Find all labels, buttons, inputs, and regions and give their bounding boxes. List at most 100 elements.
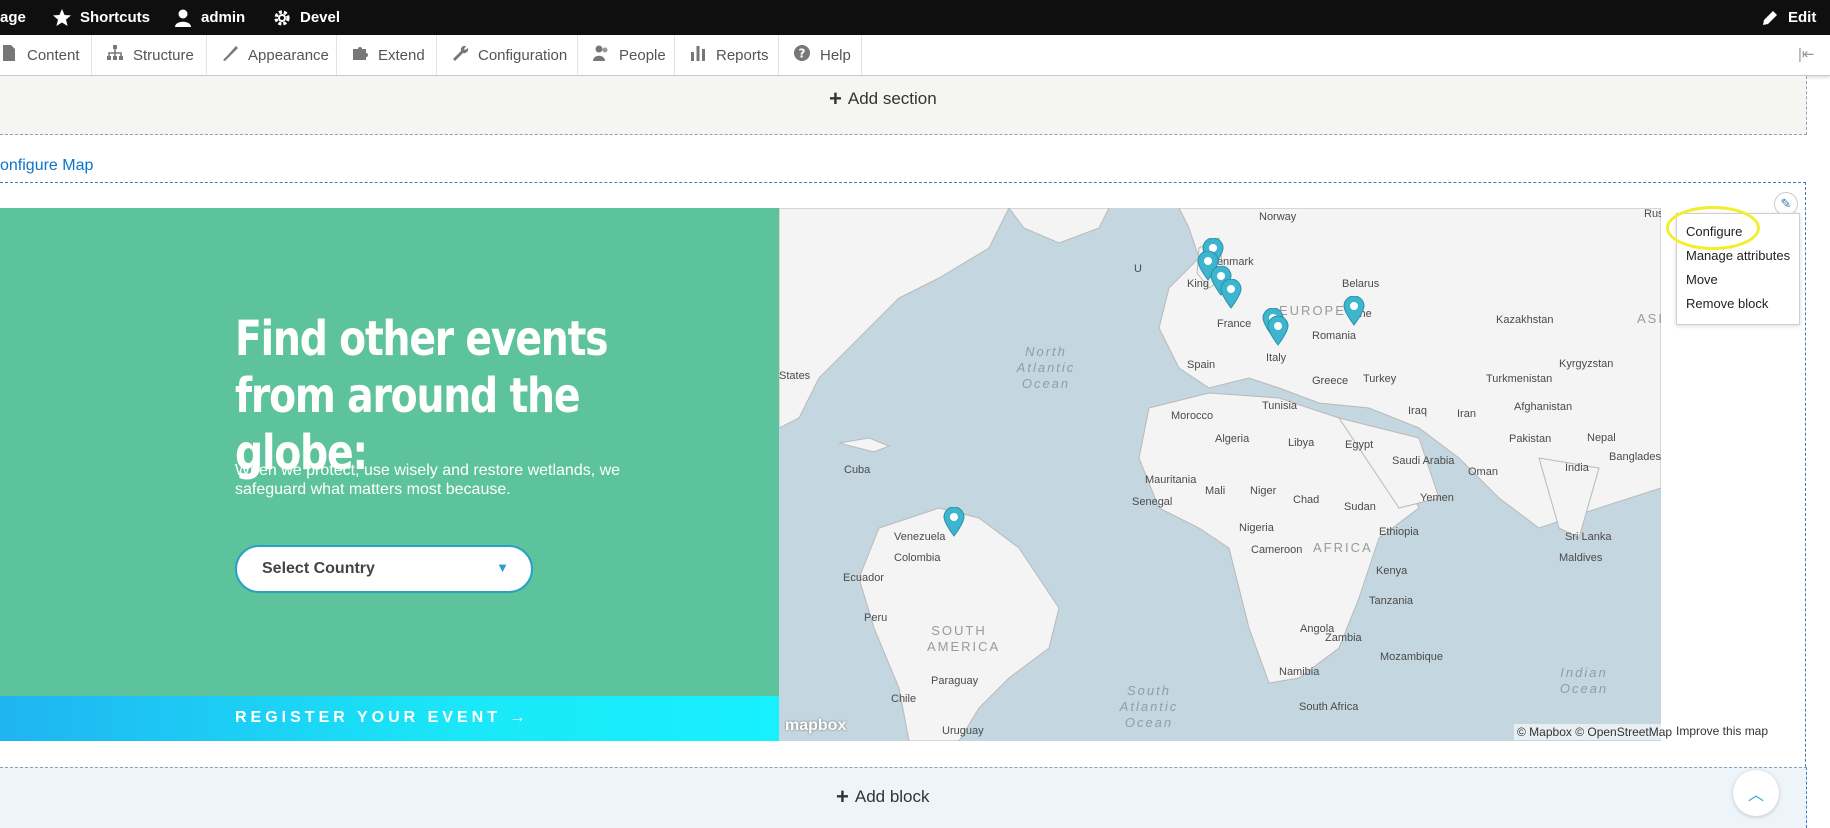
map-label: Norway — [1259, 211, 1297, 223]
tab-structure[interactable]: Structure — [92, 35, 207, 75]
remove-block-menu-item[interactable]: Remove block — [1686, 296, 1768, 311]
tab-configuration-label: Configuration — [478, 46, 568, 64]
admin-tray: Content Structure Appearance Extend Conf… — [0, 35, 1830, 76]
map-label: EUROPE — [1279, 303, 1346, 318]
brush-icon — [221, 44, 239, 66]
plus-icon: + — [829, 86, 842, 111]
map-label: Belarus — [1342, 278, 1380, 290]
admin-toolbar: age Shortcuts admin Devel Edit — [0, 0, 1830, 35]
help-icon: ? — [793, 44, 811, 66]
move-menu-item[interactable]: Move — [1686, 272, 1718, 287]
map-label: Oman — [1468, 466, 1498, 478]
south-america-label: SOUTH AMERICA — [927, 623, 1001, 654]
map-label: Niger — [1250, 485, 1277, 497]
map-label: AFRICA — [1313, 540, 1373, 555]
register-event-banner[interactable]: REGISTER YOUR EVENT → — [0, 696, 779, 741]
add-block-label: Add block — [854, 787, 930, 806]
scroll-to-top-button[interactable]: ︿ — [1733, 770, 1779, 816]
map-label: Romania — [1312, 330, 1357, 342]
map-marker-icon[interactable] — [1220, 279, 1242, 309]
map-marker-icon[interactable] — [943, 507, 965, 537]
ocean-label: South Atlantic Ocean — [1119, 683, 1179, 730]
map-label: Turkey — [1363, 373, 1397, 385]
map-label: Maldives — [1559, 552, 1603, 564]
map-label: Chile — [891, 693, 917, 705]
tab-help[interactable]: ? Help — [779, 35, 862, 75]
shortcuts-tab[interactable]: Shortcuts — [52, 0, 150, 35]
svg-text:?: ? — [799, 47, 806, 61]
map-label: Afghanistan — [1514, 401, 1573, 413]
map-label: South Africa — [1299, 701, 1359, 713]
tab-help-label: Help — [820, 46, 851, 64]
edit-button[interactable]: Edit — [1760, 0, 1816, 35]
tab-configuration[interactable]: Configuration — [437, 35, 578, 75]
edit-label: Edit — [1788, 9, 1817, 26]
people-icon — [592, 44, 610, 66]
tab-content-label: Content — [27, 46, 80, 64]
map-label: Tanzania — [1369, 595, 1414, 607]
tab-reports[interactable]: Reports — [675, 35, 779, 75]
tab-appearance-label: Appearance — [248, 46, 329, 64]
map-label: India — [1565, 462, 1589, 474]
map-marker-icon[interactable] — [1343, 296, 1365, 326]
manage-tab[interactable]: age — [0, 0, 26, 35]
map-label: Senegal — [1132, 496, 1173, 508]
map-label: Rus — [1644, 208, 1661, 220]
map-label: Namibia — [1279, 666, 1320, 678]
manage-attributes-menu-item[interactable]: Manage attributes — [1686, 248, 1790, 263]
sitemap-icon — [106, 44, 124, 66]
configure-map-link[interactable]: onfigure Map — [0, 157, 93, 175]
map-label: Ethiopia — [1379, 526, 1419, 538]
bar-chart-icon — [689, 44, 707, 66]
map-label: Nepal — [1587, 432, 1616, 444]
improve-map-link[interactable]: Improve this map — [1676, 724, 1768, 738]
map-label: Libya — [1288, 437, 1315, 449]
tab-reports-label: Reports — [716, 46, 769, 64]
map-label: Peru — [864, 612, 888, 624]
register-event-label: REGISTER YOUR EVENT → — [235, 709, 530, 726]
map-label: Zambia — [1325, 632, 1362, 644]
tab-extend[interactable]: Extend — [337, 35, 437, 75]
ocean-label: North Atlantic Ocean — [1016, 344, 1076, 391]
map-label: U — [1134, 263, 1142, 275]
map-label: Chad — [1293, 494, 1320, 506]
events-map[interactable]: Norway Denmark Belarus U King France EUR… — [779, 208, 1661, 741]
add-block-link[interactable]: + Add block — [836, 786, 930, 808]
map-label: France — [1217, 318, 1252, 330]
country-select[interactable]: Select Country ▼ — [235, 545, 533, 593]
map-label: Paraguay — [931, 675, 979, 687]
map-attribution[interactable]: © Mapbox © OpenStreetMap — [1514, 724, 1676, 740]
map-label: Colombia — [894, 552, 941, 564]
map-label: Tunisia — [1262, 400, 1298, 412]
wrench-icon — [451, 44, 469, 66]
map-label: Spain — [1187, 359, 1216, 371]
map-label: Sri Lanka — [1565, 531, 1612, 543]
tab-extend-label: Extend — [378, 46, 425, 64]
toggle-orientation-icon[interactable]: |⇤ — [1798, 45, 1820, 65]
map-label: Greece — [1312, 375, 1349, 387]
add-section-link[interactable]: + Add section — [829, 88, 937, 110]
puzzle-icon — [351, 44, 369, 66]
map-label: States — [779, 370, 811, 382]
map-label: Kazakhstan — [1496, 314, 1554, 326]
manage-label: age — [0, 9, 26, 26]
map-label: Iraq — [1408, 405, 1427, 417]
plus-icon: + — [836, 784, 849, 809]
chevron-up-icon: ︿ — [1747, 787, 1764, 804]
map-label: Ecuador — [843, 572, 884, 584]
map-label: Sudan — [1344, 501, 1376, 513]
tab-content[interactable]: Content — [0, 35, 92, 75]
shortcuts-label: Shortcuts — [80, 9, 151, 26]
map-label: Bangladesh — [1609, 451, 1661, 463]
map-label: Turkmenistan — [1486, 373, 1553, 385]
mapbox-logo[interactable]: mapbox — [785, 717, 846, 735]
tab-people[interactable]: People — [578, 35, 675, 75]
map-marker-icon[interactable] — [1267, 316, 1289, 346]
annotation-highlight — [1666, 206, 1760, 250]
user-tab[interactable]: admin — [173, 0, 245, 35]
devel-tab[interactable]: Devel — [272, 0, 340, 35]
map-label: Morocco — [1171, 410, 1214, 422]
pencil-icon — [1760, 8, 1780, 28]
tab-appearance[interactable]: Appearance — [207, 35, 337, 75]
map-label: Mozambique — [1380, 651, 1443, 663]
